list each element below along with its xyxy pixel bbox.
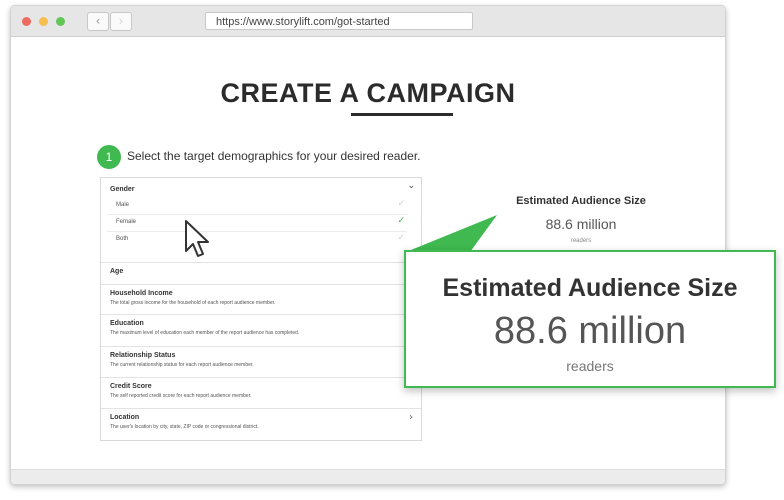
callout-unit: readers [566,358,614,374]
callout-title: Estimated Audience Size [442,274,738,302]
callout-value: 88.6 million [493,310,687,352]
audience-size-callout: Estimated Audience Size 88.6 million rea… [404,250,776,388]
